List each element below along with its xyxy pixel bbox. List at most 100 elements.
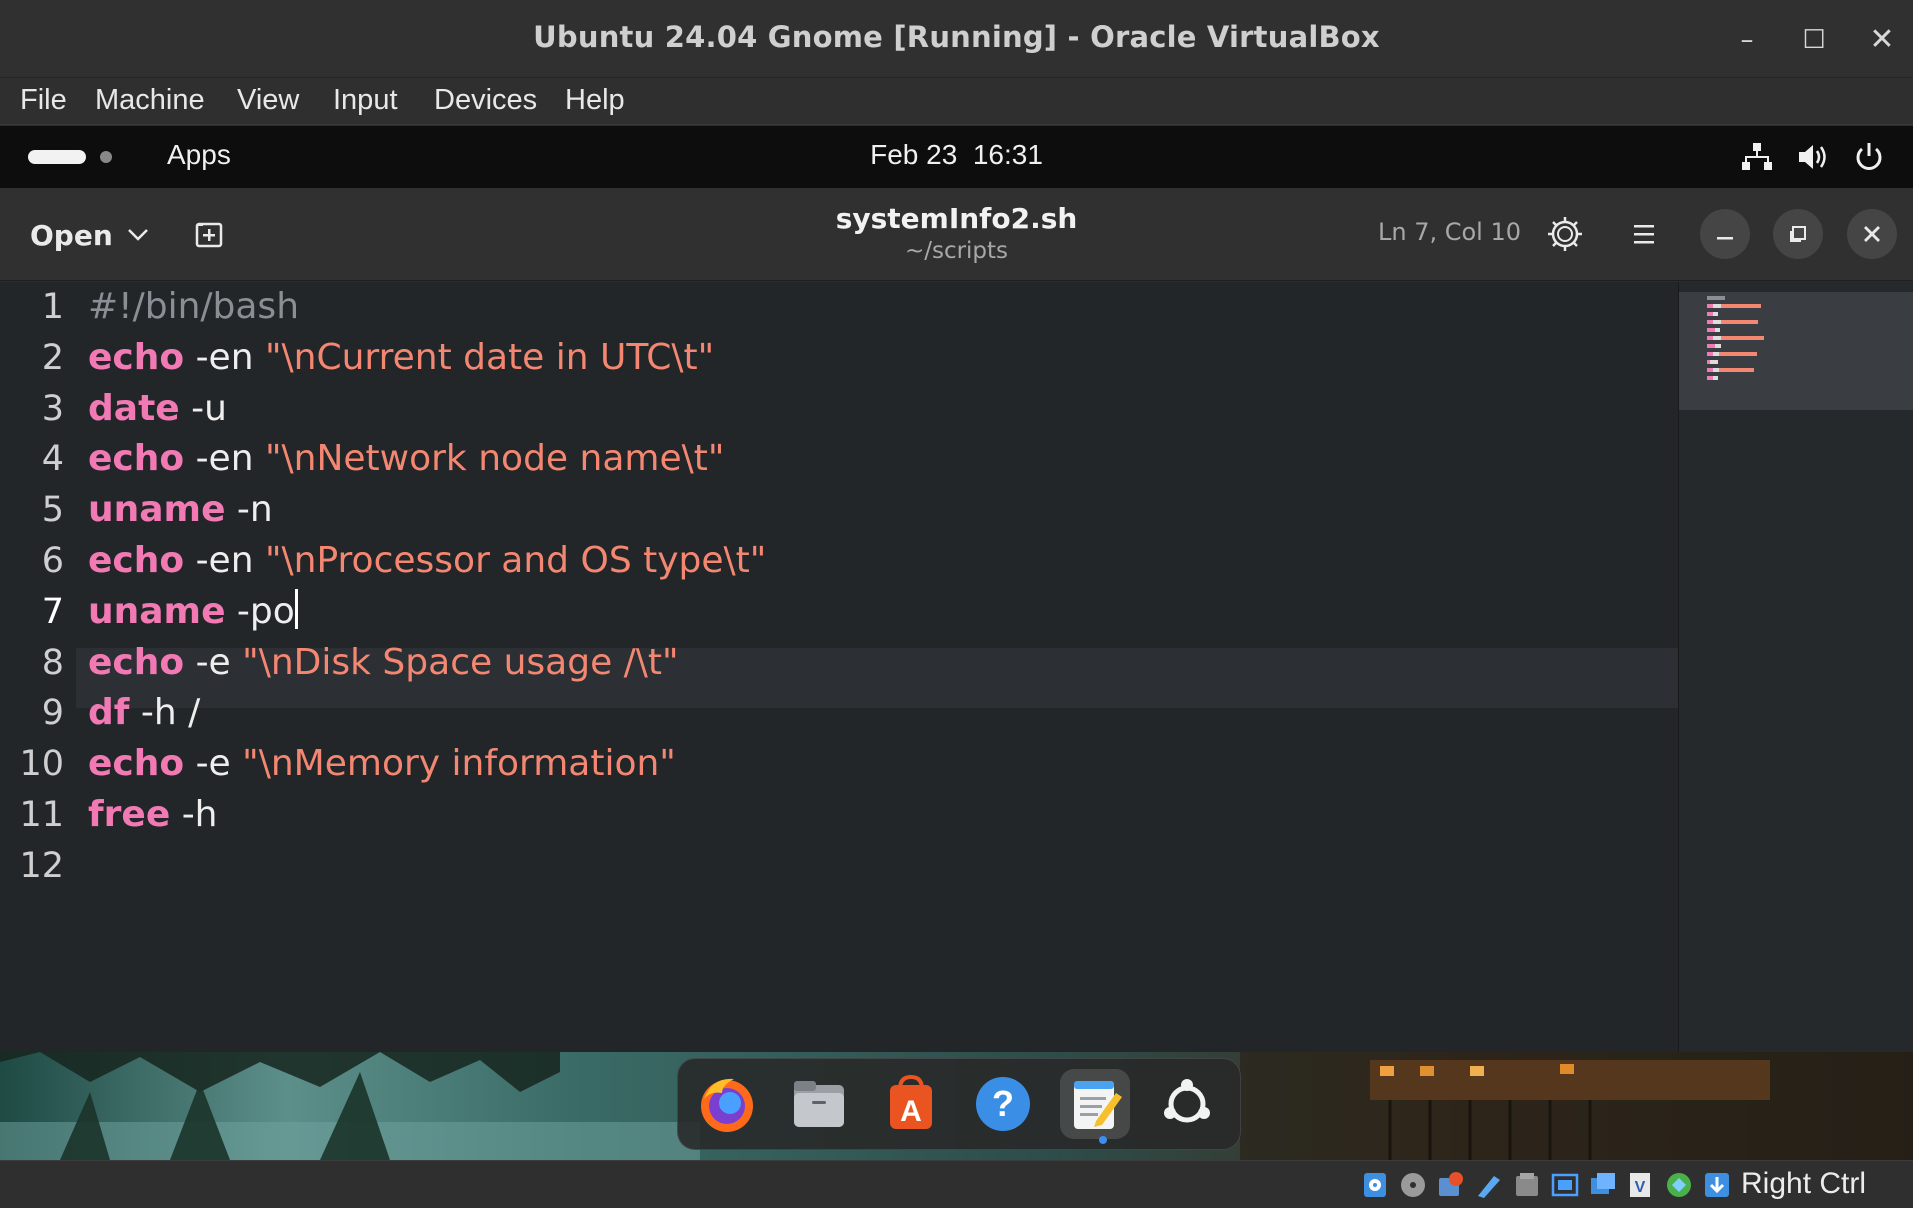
minimap-line bbox=[1713, 312, 1718, 316]
minimap[interactable] bbox=[1678, 282, 1913, 1052]
dock-item-files[interactable] bbox=[784, 1069, 854, 1139]
network-icon[interactable] bbox=[1740, 140, 1774, 174]
keyword-token: uname bbox=[88, 489, 226, 531]
minimize-icon bbox=[1717, 237, 1733, 240]
network-adapter-icon[interactable] bbox=[1474, 1170, 1504, 1200]
close-window-button[interactable]: ✕ bbox=[1862, 20, 1902, 60]
sun-icon[interactable] bbox=[1545, 214, 1585, 254]
volume-icon[interactable] bbox=[1796, 140, 1830, 174]
cursor-position-indicator[interactable]: Ln 7, Col 10 bbox=[1378, 218, 1521, 246]
string-token: "\nProcessor and OS type\t" bbox=[264, 540, 767, 581]
keyword-token: uname bbox=[88, 590, 226, 632]
dock: A ? bbox=[677, 1058, 1241, 1150]
dock-item-text-editor[interactable] bbox=[1060, 1069, 1130, 1139]
string-token: "\nNetwork node name\t" bbox=[264, 438, 725, 480]
argument-token: -u bbox=[179, 387, 227, 429]
minimap-line bbox=[1713, 304, 1721, 308]
firefox-icon bbox=[701, 1078, 753, 1132]
hard-disk-icon[interactable] bbox=[1360, 1170, 1390, 1200]
dock-item-firefox[interactable] bbox=[692, 1069, 762, 1139]
display-icon[interactable] bbox=[1588, 1170, 1618, 1200]
keyboard-capture-icon[interactable] bbox=[1702, 1170, 1732, 1200]
date-label: Feb 23 bbox=[870, 139, 958, 170]
vbox-status-bar: V Right Ctrl bbox=[0, 1160, 1913, 1208]
text-caret bbox=[294, 588, 298, 629]
vbox-menubar: File Machine View Input Devices Help bbox=[0, 78, 1913, 125]
host-key-label[interactable]: Right Ctrl bbox=[1741, 1167, 1866, 1201]
comment-token: #!/bin/bash bbox=[88, 286, 300, 327]
keyword-token: date bbox=[88, 387, 180, 429]
minimap-line bbox=[1707, 344, 1715, 348]
app-center-icon: A bbox=[890, 1074, 932, 1129]
argument-token: -e bbox=[184, 641, 243, 683]
keyword-token: echo bbox=[88, 438, 185, 480]
running-app-indicator bbox=[1099, 1136, 1107, 1144]
minimap-line bbox=[1719, 368, 1754, 372]
code-line[interactable]: 12 bbox=[0, 835, 1678, 897]
minimap-line bbox=[1707, 328, 1715, 332]
shared-folders-icon[interactable] bbox=[1550, 1170, 1580, 1200]
minimize-editor-button[interactable] bbox=[1700, 209, 1750, 259]
minimap-line bbox=[1707, 296, 1725, 300]
minimap-viewport[interactable] bbox=[1679, 292, 1913, 410]
argument-token: -e bbox=[184, 743, 243, 785]
menu-help[interactable]: Help bbox=[565, 84, 625, 117]
dock-item-help[interactable]: ? bbox=[968, 1069, 1038, 1139]
menu-machine[interactable]: Machine bbox=[95, 84, 205, 117]
vbox-title-bar: Ubuntu 24.04 Gnome [Running] - Oracle Vi… bbox=[0, 0, 1913, 78]
minimap-line bbox=[1713, 376, 1718, 380]
minimap-line bbox=[1710, 360, 1718, 364]
argument-token: -h bbox=[170, 794, 218, 835]
text-editor-icon bbox=[1074, 1081, 1122, 1129]
optical-drive-icon[interactable] bbox=[1398, 1170, 1428, 1200]
line-number: 12 bbox=[19, 845, 64, 886]
string-token: "\nCurrent date in UTC\t" bbox=[264, 336, 715, 378]
svg-text:V: V bbox=[1635, 1179, 1646, 1196]
menu-devices[interactable]: Devices bbox=[434, 84, 537, 117]
dock-item-ubuntu[interactable] bbox=[1152, 1069, 1222, 1139]
keyword-token: free bbox=[88, 794, 171, 835]
argument-token: -en bbox=[184, 336, 265, 378]
menu-view[interactable]: View bbox=[237, 84, 299, 117]
minimize-window-button[interactable]: – bbox=[1727, 20, 1767, 60]
menu-input[interactable]: Input bbox=[333, 84, 398, 117]
minimap-line bbox=[1719, 352, 1757, 356]
editor-header-bar: Open systemInfo2.sh ~/scripts Ln 7, Col … bbox=[0, 188, 1913, 281]
svg-text:?: ? bbox=[992, 1083, 1014, 1124]
minimap-line bbox=[1715, 328, 1720, 332]
audio-icon[interactable] bbox=[1436, 1170, 1466, 1200]
keyword-token: echo bbox=[88, 743, 185, 785]
argument-token: -en bbox=[184, 438, 265, 480]
minimap-line bbox=[1721, 320, 1758, 324]
minimap-line bbox=[1715, 344, 1721, 348]
gnome-top-bar: Apps Feb 23 16:31 bbox=[0, 126, 1913, 188]
virtualization-icon[interactable] bbox=[1664, 1170, 1694, 1200]
hamburger-menu-icon[interactable] bbox=[1624, 214, 1664, 254]
time-label: 16:31 bbox=[972, 139, 1043, 170]
dock-item-app-center[interactable]: A bbox=[876, 1069, 946, 1139]
close-editor-button[interactable] bbox=[1847, 209, 1897, 259]
help-icon: ? bbox=[976, 1077, 1030, 1131]
date-time-button[interactable]: Feb 23 16:31 bbox=[0, 139, 1913, 171]
code-editor[interactable]: 1 #!/bin/bash 2 echo -en "\nCurrent date in… bbox=[0, 282, 1678, 1052]
keyword-token: echo bbox=[88, 641, 185, 683]
minimap-line bbox=[1721, 304, 1761, 308]
usb-icon[interactable] bbox=[1512, 1170, 1542, 1200]
argument-token: -po bbox=[225, 590, 295, 632]
close-icon bbox=[1864, 226, 1880, 242]
power-icon[interactable] bbox=[1852, 140, 1886, 174]
menu-file[interactable]: File bbox=[20, 84, 67, 117]
string-token: "\nMemory information" bbox=[242, 743, 676, 785]
argument-token: -en bbox=[184, 540, 265, 581]
maximize-window-button[interactable]: ☐ bbox=[1794, 20, 1834, 60]
minimap-line bbox=[1713, 320, 1721, 324]
keyword-token: df bbox=[88, 692, 130, 734]
window-title: Ubuntu 24.04 Gnome [Running] - Oracle Vi… bbox=[533, 20, 1380, 54]
svg-text:A: A bbox=[900, 1095, 922, 1128]
argument-token: -n bbox=[225, 489, 273, 531]
restore-editor-button[interactable] bbox=[1773, 209, 1823, 259]
ubuntu-logo-icon bbox=[1164, 1079, 1210, 1123]
argument-token: -h / bbox=[129, 692, 201, 734]
restore-icon bbox=[1790, 226, 1806, 242]
capture-icon[interactable]: V bbox=[1626, 1170, 1656, 1200]
